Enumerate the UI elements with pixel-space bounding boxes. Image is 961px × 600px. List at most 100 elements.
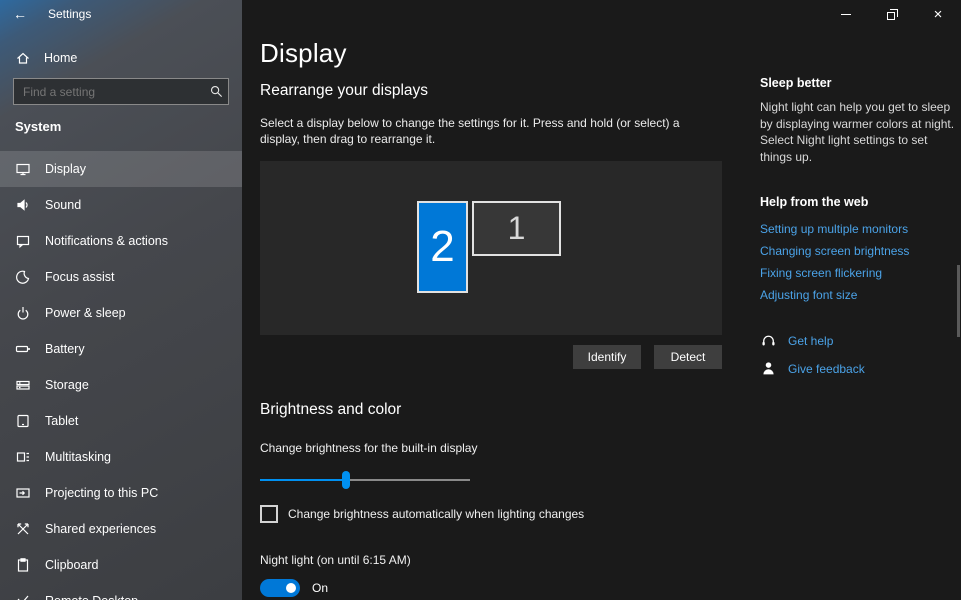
sidebar-item-label: Battery — [45, 342, 85, 356]
sidebar-item-projecting[interactable]: Projecting to this PC — [0, 475, 242, 511]
get-help-row: Get help — [760, 332, 958, 349]
minimize-icon — [841, 13, 851, 15]
sidebar-item-notifications[interactable]: Notifications & actions — [0, 223, 242, 259]
restore-button[interactable] — [869, 0, 915, 28]
battery-icon — [15, 341, 31, 357]
sidebar-item-battery[interactable]: Battery — [0, 331, 242, 367]
night-light-toggle-row: On — [260, 579, 722, 597]
home-label: Home — [44, 51, 78, 65]
help-from-web-heading: Help from the web — [760, 195, 869, 209]
give-feedback-row: Give feedback — [760, 360, 958, 377]
notifications-icon — [15, 233, 31, 249]
search-input[interactable] — [14, 84, 204, 99]
rearrange-description: Select a display below to change the set… — [260, 116, 680, 146]
sidebar-item-home[interactable]: Home — [0, 42, 242, 74]
sidebar-section-system: System — [15, 119, 62, 134]
get-help-link[interactable]: Get help — [788, 334, 833, 348]
sleep-better-heading: Sleep better — [760, 76, 832, 90]
sidebar-item-label: Storage — [45, 378, 89, 392]
sidebar-item-display[interactable]: Display — [0, 151, 242, 187]
remote-desktop-icon — [15, 593, 31, 600]
aside-panel: Sleep better Night light can help you ge… — [760, 76, 958, 377]
detect-button[interactable]: Detect — [654, 345, 722, 369]
give-feedback-icon — [760, 360, 777, 377]
monitor-1[interactable]: 1 — [472, 201, 561, 256]
sidebar-item-clipboard[interactable]: Clipboard — [0, 547, 242, 583]
sidebar-item-remote-desktop[interactable]: Remote Desktop — [0, 583, 242, 600]
titlebar: ← Settings — [0, 0, 242, 28]
brightness-heading: Brightness and color — [260, 401, 402, 418]
help-links: Setting up multiple monitors Changing sc… — [760, 222, 958, 302]
sidebar-item-focus-assist[interactable]: Focus assist — [0, 259, 242, 295]
back-arrow-icon: ← — [13, 6, 27, 22]
storage-icon — [15, 377, 31, 393]
sidebar-item-label: Shared experiences — [45, 522, 157, 536]
brightness-slider-label: Change brightness for the built-in displ… — [260, 441, 478, 455]
sleep-better-text: Night light can help you get to sleep by… — [760, 100, 955, 164]
help-link-screen-brightness[interactable]: Changing screen brightness — [760, 244, 958, 258]
main-content: Rearrange your displays Select a display… — [260, 82, 722, 600]
close-icon: × — [933, 5, 943, 23]
monitor-1-number: 1 — [507, 210, 526, 246]
sidebar-item-power-sleep[interactable]: Power & sleep — [0, 295, 242, 331]
rearrange-heading: Rearrange your displays — [260, 82, 429, 99]
slider-thumb[interactable] — [342, 471, 351, 489]
support-rows: Get help Give feedback — [760, 332, 958, 377]
settings-window: ← Settings Home System Display — [0, 0, 961, 600]
auto-brightness-checkbox[interactable] — [260, 505, 278, 523]
projecting-icon — [15, 485, 31, 501]
scrollbar-thumb[interactable] — [957, 265, 960, 337]
auto-brightness-row: Change brightness automatically when lig… — [260, 505, 722, 523]
back-button[interactable]: ← — [0, 0, 40, 28]
home-icon — [15, 50, 31, 66]
sidebar-item-label: Sound — [45, 198, 82, 212]
search-icon[interactable] — [204, 84, 228, 99]
monitor-2[interactable]: 2 — [417, 201, 468, 293]
sidebar-item-label: Notifications & actions — [45, 234, 168, 248]
sidebar-item-label: Remote Desktop — [45, 594, 138, 600]
clipboard-icon — [15, 557, 31, 573]
identify-button[interactable]: Identify — [573, 345, 641, 369]
multitasking-icon — [15, 449, 31, 465]
slider-fill — [260, 479, 347, 481]
monitor-2-number: 2 — [430, 222, 455, 271]
sidebar-item-label: Power & sleep — [45, 306, 126, 320]
app-title: Settings — [48, 7, 92, 21]
sidebar-item-storage[interactable]: Storage — [0, 367, 242, 403]
sidebar-item-label: Projecting to this PC — [45, 486, 159, 500]
power-icon — [15, 305, 31, 321]
sidebar-item-label: Multitasking — [45, 450, 111, 464]
sidebar-item-tablet[interactable]: Tablet — [0, 403, 242, 439]
auto-brightness-label: Change brightness automatically when lig… — [288, 507, 585, 521]
panel-buttons: Identify Detect — [260, 345, 722, 369]
sidebar-item-label: Tablet — [45, 414, 79, 428]
toggle-knob-icon — [286, 583, 296, 593]
get-help-icon — [760, 332, 777, 349]
minimize-button[interactable] — [823, 0, 869, 28]
display-icon — [15, 161, 31, 177]
help-link-screen-flickering[interactable]: Fixing screen flickering — [760, 266, 958, 280]
night-light-state: On — [312, 581, 329, 595]
window-controls: × — [823, 0, 961, 28]
page-title: Display — [260, 38, 347, 68]
sidebar-item-label: Focus assist — [45, 270, 115, 284]
display-arrangement-panel: 2 1 — [260, 161, 722, 335]
sound-icon — [15, 197, 31, 213]
brightness-slider[interactable] — [260, 471, 470, 489]
sidebar-item-label: Display — [45, 162, 86, 176]
restore-icon — [886, 8, 898, 20]
sidebar-item-sound[interactable]: Sound — [0, 187, 242, 223]
monitor-group: 2 1 — [417, 201, 561, 293]
shared-experiences-icon — [15, 521, 31, 537]
sidebar-item-shared-experiences[interactable]: Shared experiences — [0, 511, 242, 547]
help-link-multiple-monitors[interactable]: Setting up multiple monitors — [760, 222, 958, 236]
sidebar-item-multitasking[interactable]: Multitasking — [0, 439, 242, 475]
night-light-toggle[interactable] — [260, 579, 300, 597]
vertical-scrollbar[interactable] — [957, 28, 961, 600]
night-light-label: Night light (on until 6:15 AM) — [260, 553, 411, 567]
sidebar-nav: Display Sound Notifications & actions Fo… — [0, 151, 242, 600]
close-button[interactable]: × — [915, 0, 961, 28]
help-link-font-size[interactable]: Adjusting font size — [760, 288, 958, 302]
give-feedback-link[interactable]: Give feedback — [788, 362, 865, 376]
tablet-icon — [15, 413, 31, 429]
